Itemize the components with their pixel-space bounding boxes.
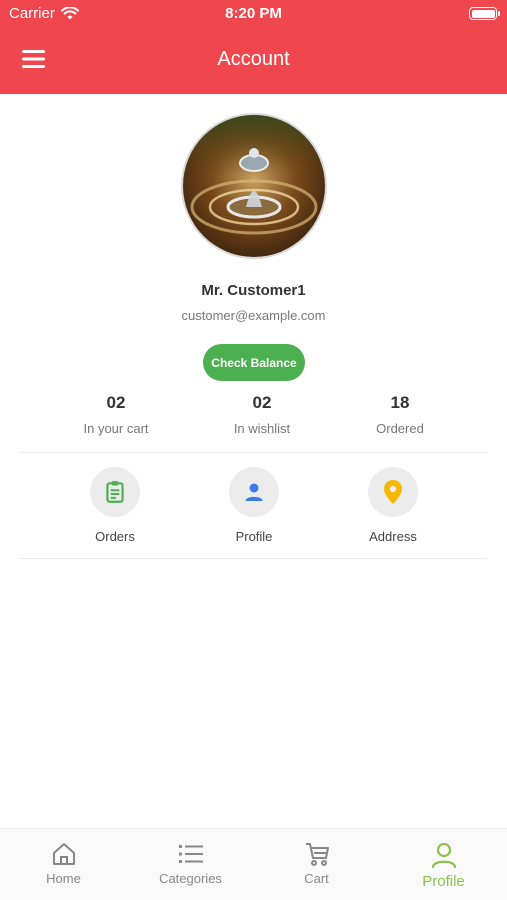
check-balance-button[interactable]: Check Balance <box>203 344 305 381</box>
stat-value: 18 <box>390 393 410 412</box>
tab-cart[interactable]: Cart <box>253 829 380 900</box>
battery-icon <box>469 7 500 20</box>
address-button[interactable]: Address <box>333 467 453 544</box>
divider <box>20 558 487 559</box>
user-email: customer@example.com <box>181 308 326 323</box>
stat-value: 02 <box>252 393 272 412</box>
tab-label: Home <box>46 871 81 886</box>
stat-label: In wishlist <box>233 421 291 436</box>
user-icon <box>245 483 263 501</box>
orders-button[interactable]: Orders <box>55 467 175 544</box>
cart-icon <box>305 843 329 866</box>
stat-ordered[interactable]: 18 Ordered <box>320 393 480 436</box>
action-label: Address <box>369 529 417 544</box>
action-icon-circle <box>229 467 279 517</box>
tab-label: Categories <box>159 871 222 886</box>
tab-categories[interactable]: Categories <box>127 829 254 900</box>
list-icon <box>178 845 203 863</box>
stat-wishlist[interactable]: 02 In wishlist <box>182 393 342 436</box>
action-icon-circle <box>90 467 140 517</box>
avatar-photo <box>183 115 325 257</box>
action-icon-circle <box>368 467 418 517</box>
tab-profile[interactable]: Profile <box>380 829 507 900</box>
person-icon <box>431 842 456 869</box>
profile-button[interactable]: Profile <box>194 467 314 544</box>
tab-label: Cart <box>304 871 329 886</box>
divider <box>20 452 487 453</box>
clipboard-icon <box>106 481 124 503</box>
avatar[interactable] <box>181 113 327 259</box>
status-bar: Carrier 8:20 PM <box>0 0 507 28</box>
bottom-tab-bar: Home Categories Cart Profile <box>0 828 507 900</box>
home-icon <box>52 843 75 865</box>
action-label: Profile <box>235 529 273 544</box>
stat-cart[interactable]: 02 In your cart <box>36 393 196 436</box>
page-title: Account <box>217 48 290 70</box>
stat-value: 02 <box>106 393 126 412</box>
tab-label: Profile <box>422 873 465 890</box>
status-time: 8:20 PM <box>225 5 282 22</box>
stat-label: In your cart <box>83 421 149 436</box>
user-name: Mr. Customer1 <box>201 282 306 299</box>
action-label: Orders <box>95 529 135 544</box>
app-header: Carrier 8:20 PM Account <box>0 0 507 94</box>
tab-home[interactable]: Home <box>0 829 127 900</box>
stat-label: Ordered <box>376 421 424 436</box>
location-pin-icon <box>384 480 402 504</box>
